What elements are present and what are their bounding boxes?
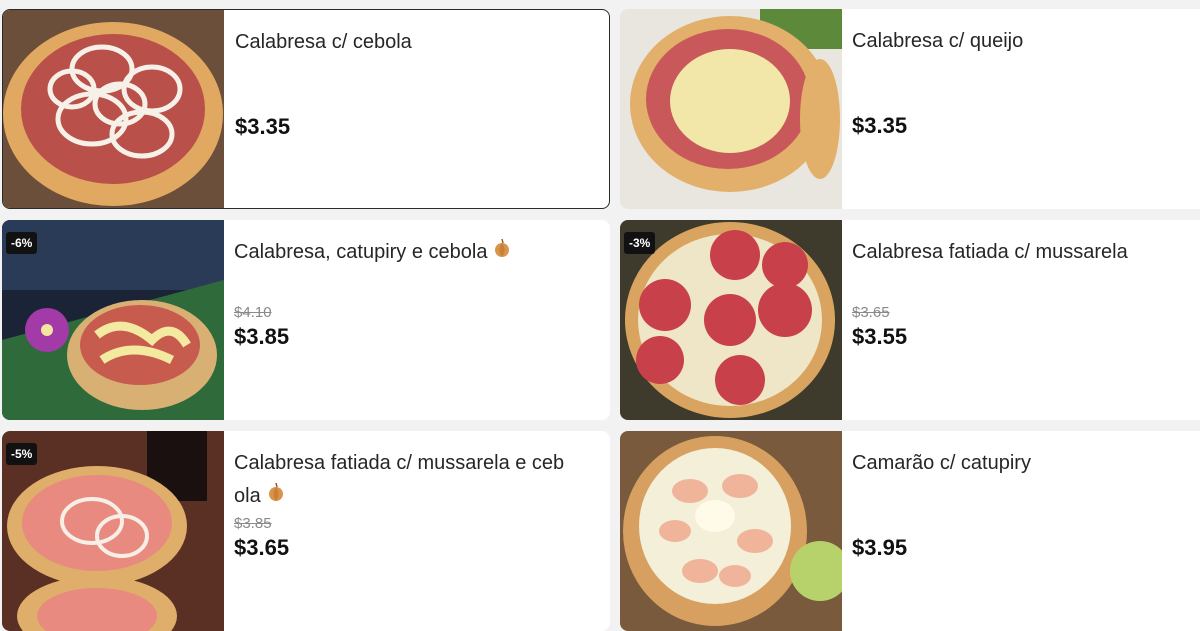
product-price: $3.55: [852, 324, 908, 349]
product-price: $3.85: [234, 324, 290, 349]
product-name: Calabresa c/ cebola: [235, 31, 412, 53]
product-card-camarao-catupiry[interactable]: Camarão c/ catupiry $3.95: [620, 431, 1200, 631]
product-image: -6%: [2, 220, 224, 420]
product-image: -5%: [2, 431, 224, 631]
product-name: Calabresa fatiada c/ mussarela e ceb ola: [234, 447, 596, 513]
product-price: $3.35: [235, 114, 291, 139]
product-name: Camarão c/ catupiry: [852, 452, 1031, 474]
product-price: $3.65: [234, 535, 290, 560]
old-price: $3.65: [852, 304, 890, 321]
product-image: [620, 9, 842, 209]
onion-icon: [493, 236, 511, 269]
product-card-calabresa-queijo[interactable]: Calabresa c/ queijo $3.35: [620, 9, 1200, 209]
old-price: $4.10: [234, 304, 272, 321]
discount-badge: -6%: [6, 232, 38, 254]
product-name: Calabresa, catupiry e cebola: [234, 241, 488, 263]
product-image: [620, 431, 842, 631]
product-card-calabresa-catupiry-cebola[interactable]: -6% Calabresa, catupiry e cebola $4.10 $…: [2, 220, 610, 420]
product-image: [3, 10, 224, 208]
product-name: Calabresa c/ queijo: [852, 30, 1024, 52]
product-price: $3.35: [852, 113, 908, 138]
product-grid: Calabresa c/ cebola $3.35 Calabresa c/ q…: [0, 0, 1200, 631]
discount-badge: -5%: [6, 443, 38, 465]
product-card-calabresa-fatiada-mussarela-cebola[interactable]: -5% Calabresa fatiada c/ mussarela e ceb…: [2, 431, 610, 631]
product-name: Calabresa fatiada c/ mussarela: [852, 241, 1128, 263]
product-card-calabresa-fatiada-mussarela[interactable]: -3% Calabresa fatiada c/ mussarela $3.65…: [620, 220, 1200, 420]
product-card-calabresa-cebola[interactable]: Calabresa c/ cebola $3.35: [2, 9, 610, 209]
onion-icon: [267, 480, 285, 513]
discount-badge: -3%: [624, 232, 656, 254]
product-price: $3.95: [852, 535, 908, 560]
product-image: -3%: [620, 220, 842, 420]
old-price: $3.85: [234, 515, 272, 532]
